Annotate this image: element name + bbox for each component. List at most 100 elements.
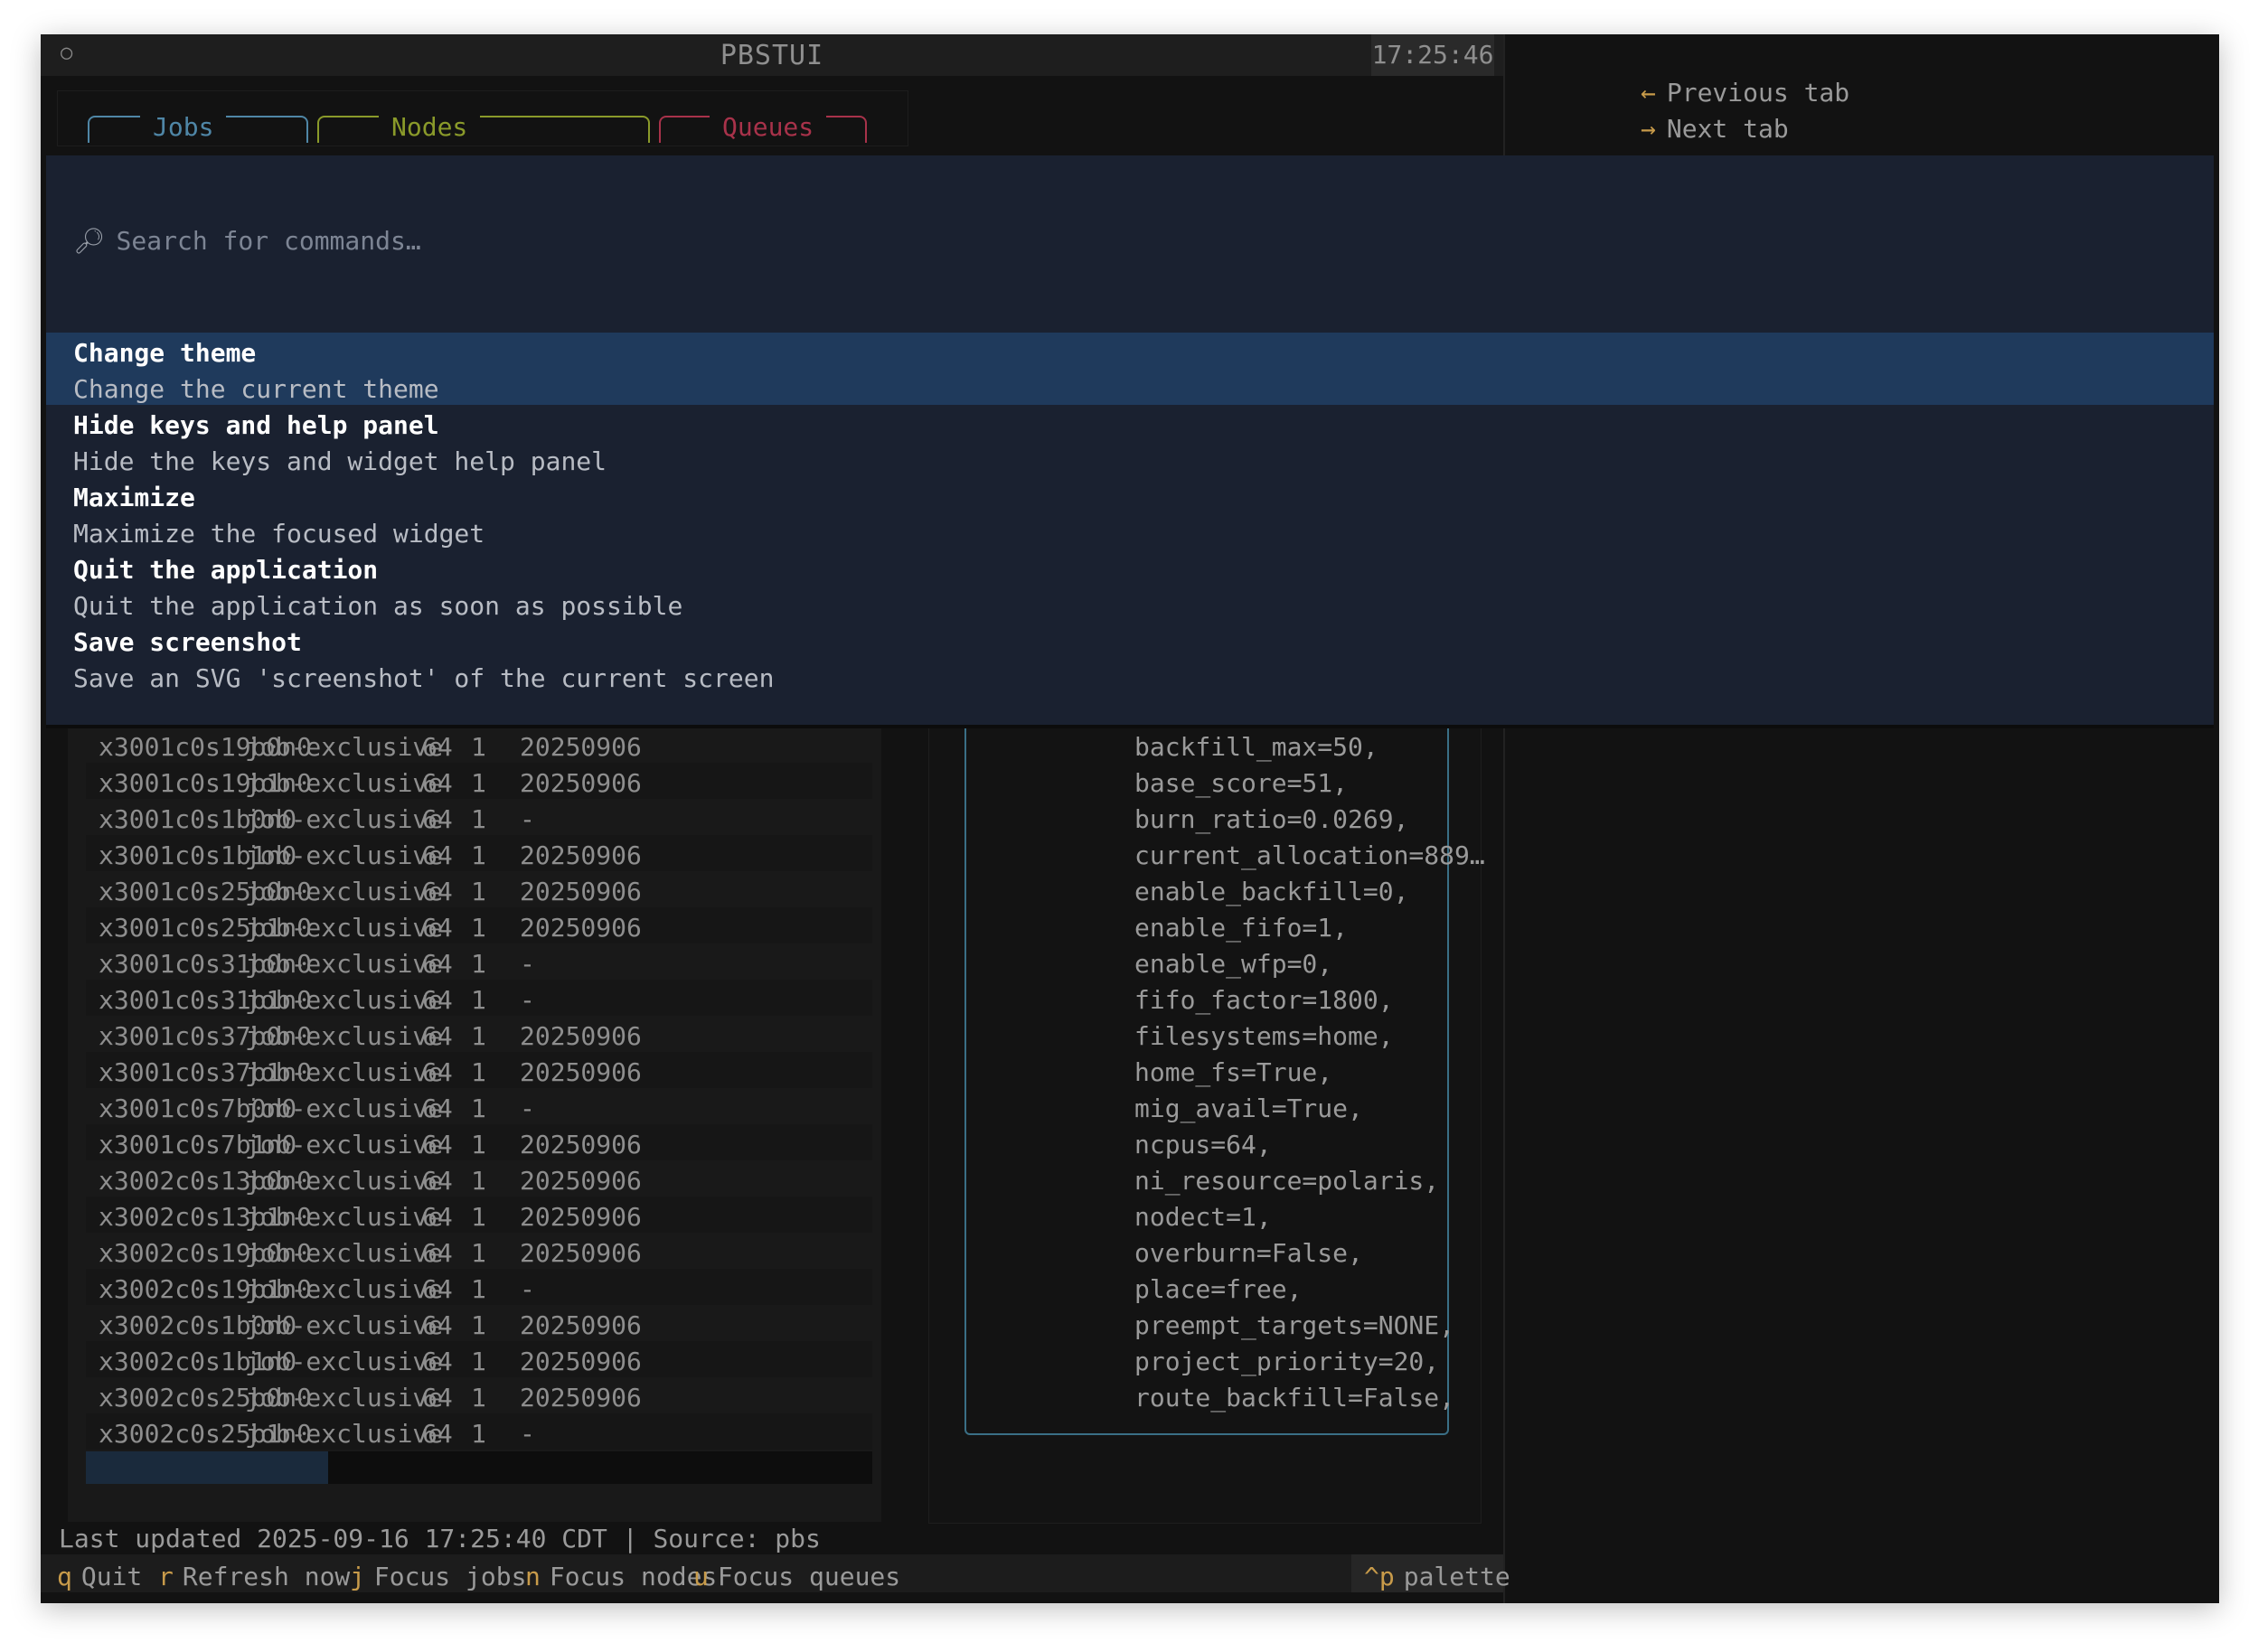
table-row[interactable]: x3001c0s25b0n0 job-exclusive 64 1 20250906: [86, 871, 872, 907]
table-row[interactable]: x3001c0s31b0n0 job-exclusive 64 1-: [86, 943, 872, 980]
table-row[interactable]: x3002c0s19b0n0 job-exclusive 64 1 20250906: [86, 1233, 872, 1269]
node-date: -: [520, 1419, 535, 1449]
tab-label[interactable]: Jobs: [140, 112, 227, 142]
command-item[interactable]: Quit the application Quit the application…: [46, 549, 2214, 622]
node-date: -: [520, 804, 535, 834]
command-item[interactable]: Save screenshot Save an SVG 'screenshot' …: [46, 622, 2214, 694]
app-window: ○ PBSTUI 17:25:46 Jobs Nodes Queues ← Previ…: [41, 34, 2219, 1603]
node-ngpus: 1: [471, 1094, 486, 1123]
node-attribute: overburn=False,: [1134, 1238, 1363, 1268]
table-row[interactable]: x3001c0s19b0n0 job-exclusive 64 1 20250906: [86, 727, 872, 763]
shortcut-label: Refresh now: [182, 1562, 351, 1591]
node-date: 20250906: [520, 1021, 642, 1051]
node-date: -: [520, 1274, 535, 1304]
node-state: job-exclusive: [245, 1238, 444, 1268]
node-ngpus: 1: [471, 1310, 486, 1340]
palette-shortcut[interactable]: ^p palette: [1364, 1562, 1510, 1591]
node-ncpus: 64: [422, 732, 453, 762]
table-row[interactable]: x3001c0s19b1n0 job-exclusive 64 1 20250906: [86, 763, 872, 799]
shortcut-focus-queues[interactable]: u Focus queues: [693, 1562, 900, 1591]
node-ncpus: 64: [422, 1094, 453, 1123]
search-placeholder: Search for commands…: [116, 226, 421, 256]
shortcut-key: q: [57, 1562, 72, 1591]
node-ncpus: 64: [422, 768, 453, 798]
table-row[interactable]: x3001c0s37b0n0 job-exclusive 64 1 20250906: [86, 1016, 872, 1052]
node-attribute: project_priority=20,: [1134, 1347, 1440, 1376]
command-title: Hide keys and help panel: [73, 410, 439, 440]
command-search-input[interactable]: 🔎︎ Search for commands…: [73, 226, 421, 256]
node-ngpus: 1: [471, 732, 486, 762]
command-item[interactable]: Maximize Maximize the focused widget: [46, 477, 2214, 549]
table-row[interactable]: x3001c0s1b1n0 job-exclusive 64 1 20250906: [86, 835, 872, 871]
node-ngpus: 1: [471, 1130, 486, 1159]
shortcut-focus-nodes[interactable]: n Focus nodes: [525, 1562, 717, 1591]
table-row[interactable]: x3001c0s7b1n0 job-exclusive 64 1 20250906: [86, 1124, 872, 1160]
node-ngpus: 1: [471, 768, 486, 798]
node-state: job-exclusive: [245, 985, 444, 1015]
tab-label[interactable]: Nodes: [379, 112, 481, 142]
node-date: 20250906: [520, 1310, 642, 1340]
shortcut-refresh-now[interactable]: r Refresh now: [158, 1562, 350, 1591]
table-row[interactable]: x3001c0s37b1n0 job-exclusive 64 1 20250906: [86, 1052, 872, 1088]
node-ncpus: 64: [422, 1202, 453, 1232]
node-ngpus: 1: [471, 913, 486, 943]
node-state: job-exclusive: [245, 1057, 444, 1087]
command-item[interactable]: Change theme Change the current theme: [46, 333, 2214, 405]
shortcut-key: ^p: [1364, 1562, 1395, 1591]
arrow-right-icon: →: [1641, 114, 1656, 144]
node-attribute: enable_backfill=0,: [1134, 877, 1409, 906]
shortcut-label: Focus jobs: [373, 1562, 527, 1591]
node-date: 20250906: [520, 732, 642, 762]
arrow-left-icon: ←: [1641, 78, 1656, 108]
table-row[interactable]: x3002c0s13b0n0 job-exclusive 64 1 20250906: [86, 1160, 872, 1197]
node-ngpus: 1: [471, 985, 486, 1015]
table-row[interactable]: x3001c0s7b0n0 job-exclusive 64 1-: [86, 1088, 872, 1124]
shortcut-focus-jobs[interactable]: j Focus jobs: [350, 1562, 526, 1591]
table-row[interactable]: x3001c0s31b1n0 job-exclusive 64 1-: [86, 980, 872, 1016]
node-state: job-exclusive: [245, 840, 444, 870]
shortcut-label: Quit: [80, 1562, 143, 1591]
node-date: 20250906: [520, 1347, 642, 1376]
node-state: job-exclusive: [245, 1130, 444, 1159]
node-ngpus: 1: [471, 1202, 486, 1232]
node-attribute: mig_avail=True,: [1134, 1094, 1363, 1123]
node-state: job-exclusive: [245, 1347, 444, 1376]
header-clock: 17:25:46: [1371, 34, 1494, 76]
node-attribute: ni_resource=polaris,: [1134, 1166, 1440, 1196]
node-ncpus: 64: [422, 804, 453, 834]
shortcut-key: r: [158, 1562, 174, 1591]
command-description: Change the current theme: [73, 374, 439, 404]
scrollbar-thumb[interactable]: [86, 1451, 328, 1484]
node-ngpus: 1: [471, 1274, 486, 1304]
tab-nodes[interactable]: [317, 116, 650, 143]
table-row[interactable]: x3002c0s25b0n0 job-exclusive 64 1 20250906: [86, 1377, 872, 1413]
node-attribute: home_fs=True,: [1134, 1057, 1333, 1087]
node-ncpus: 64: [422, 913, 453, 943]
shortcut-key: u: [693, 1562, 709, 1591]
node-date: 20250906: [520, 1383, 642, 1413]
command-palette: 🔎︎ Search for commands… Change theme Chang…: [46, 155, 2214, 728]
node-state: job-exclusive: [245, 768, 444, 798]
command-title: Change theme: [73, 338, 257, 368]
table-row[interactable]: x3001c0s1b0n0 job-exclusive 64 1-: [86, 799, 872, 835]
node-ncpus: 64: [422, 1310, 453, 1340]
table-row[interactable]: x3002c0s25b1n0 job-exclusive 64 1-: [86, 1413, 872, 1450]
table-row[interactable]: x3002c0s19b1n0 job-exclusive 64 1-: [86, 1269, 872, 1305]
node-ncpus: 64: [422, 1383, 453, 1413]
node-date: 20250906: [520, 1202, 642, 1232]
table-row[interactable]: x3002c0s1b0n0 job-exclusive 64 1 20250906: [86, 1305, 872, 1341]
table-row[interactable]: x3002c0s1b1n0 job-exclusive 64 1 20250906: [86, 1341, 872, 1377]
shortcut-quit[interactable]: q Quit: [57, 1562, 142, 1591]
command-item[interactable]: Hide keys and help panel Hide the keys an…: [46, 405, 2214, 477]
command-description: Hide the keys and widget help panel: [73, 446, 607, 476]
status-line: Last updated 2025-09-16 17:25:40 CDT | S…: [59, 1524, 821, 1553]
command-title: Save screenshot: [73, 627, 302, 657]
node-state: job-exclusive: [245, 1166, 444, 1196]
node-ngpus: 1: [471, 1347, 486, 1376]
node-attribute: burn_ratio=0.0269,: [1134, 804, 1409, 834]
tab-label[interactable]: Queues: [710, 112, 827, 142]
node-ncpus: 64: [422, 1347, 453, 1376]
table-row[interactable]: x3002c0s13b1n0 job-exclusive 64 1 20250906: [86, 1197, 872, 1233]
table-row[interactable]: x3001c0s25b1n0 job-exclusive 64 1 20250906: [86, 907, 872, 943]
command-description: Save an SVG 'screenshot' of the current …: [73, 663, 775, 693]
